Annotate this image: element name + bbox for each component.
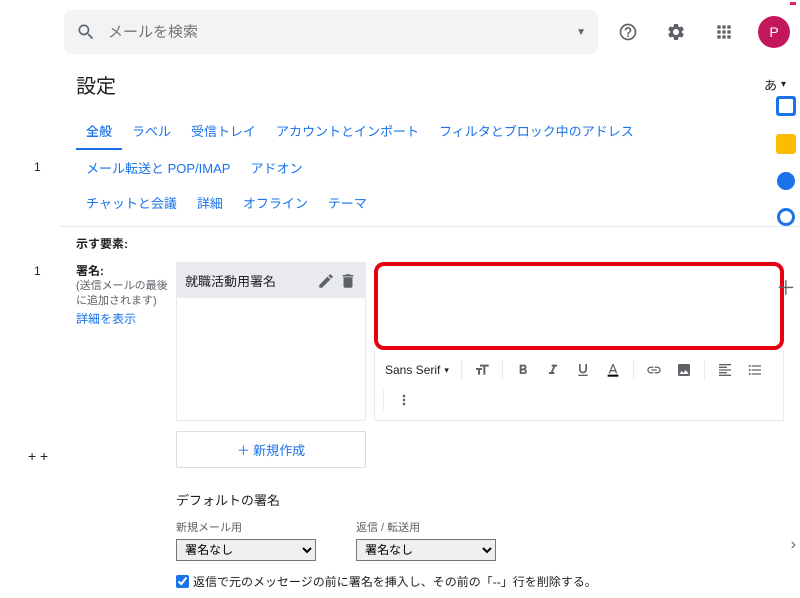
delete-icon[interactable] [339, 272, 357, 290]
underline-button[interactable] [569, 356, 597, 384]
apps-icon [714, 22, 734, 42]
search-icon [76, 22, 96, 42]
tab-addons[interactable]: アドオン [240, 150, 312, 185]
font-family-selector[interactable]: Sans Serif ▾ [379, 359, 455, 381]
signature-list: 就職活動用署名 [176, 262, 366, 421]
signature-list-item[interactable]: 就職活動用署名 [177, 263, 365, 298]
bold-icon [515, 362, 531, 378]
account-avatar[interactable]: P [758, 16, 790, 48]
align-button[interactable] [711, 356, 739, 384]
prev-section-tail: 示す要素: [76, 235, 784, 252]
tab-chat[interactable]: チャットと会議 [76, 185, 187, 220]
search-input[interactable] [108, 24, 564, 41]
more-vert-icon [396, 392, 412, 408]
get-addons-button[interactable]: ＋ [776, 272, 796, 301]
tab-themes[interactable]: テーマ [318, 185, 377, 220]
bold-button[interactable] [509, 356, 537, 384]
help-icon [618, 22, 638, 42]
input-language-selector[interactable]: あ▾ [764, 75, 786, 94]
tab-filters[interactable]: フィルタとブロック中のアドレス [429, 113, 644, 150]
keep-addon-icon[interactable] [776, 134, 796, 154]
settings-tabs: 全般 ラベル 受信トレイ アカウントとインポート フィルタとブロック中のアドレス… [60, 113, 800, 227]
more-button[interactable] [390, 386, 418, 414]
tab-labels[interactable]: ラベル [122, 113, 181, 150]
default-new-label: 新規メール用 [176, 519, 316, 535]
tab-inbox[interactable]: 受信トレイ [181, 113, 266, 150]
default-reply-select[interactable]: 署名なし [356, 539, 496, 561]
new-signature-button[interactable]: ＋ 新規作成 [176, 431, 366, 468]
contacts-addon-icon[interactable] [777, 208, 795, 226]
gear-icon [666, 22, 686, 42]
default-reply-label: 返信 / 転送用 [356, 519, 496, 535]
side-panel-toggle[interactable]: › [791, 536, 796, 554]
list-button[interactable] [741, 356, 769, 384]
help-button[interactable] [610, 14, 646, 50]
tab-general[interactable]: 全般 [76, 113, 122, 150]
search-box[interactable]: ▼ [64, 10, 598, 54]
insert-before-label: 返信で元のメッセージの前に署名を挿入し、その前の「--」行を削除する。 [193, 573, 597, 590]
compose-gutter: 1 1 + + [0, 0, 60, 560]
text-size-icon [474, 362, 490, 378]
tasks-addon-icon[interactable] [777, 172, 795, 190]
editor-toolbar: Sans Serif ▾ [374, 350, 784, 421]
image-icon [676, 362, 692, 378]
signature-label: 署名: [76, 262, 168, 279]
search-options-caret[interactable]: ▼ [576, 27, 586, 38]
italic-icon [545, 362, 561, 378]
signature-detail-link[interactable]: 詳細を表示 [76, 312, 136, 326]
side-panel: ＋ [772, 96, 800, 301]
align-icon [717, 362, 733, 378]
edit-icon[interactable] [317, 272, 335, 290]
tab-accounts[interactable]: アカウントとインポート [266, 113, 429, 150]
calendar-addon-icon[interactable] [776, 96, 796, 116]
text-color-icon [605, 362, 621, 378]
settings-button[interactable] [658, 14, 694, 50]
link-icon [646, 362, 662, 378]
font-size-button[interactable] [468, 356, 496, 384]
list-icon [747, 362, 763, 378]
italic-button[interactable] [539, 356, 567, 384]
tab-advanced[interactable]: 詳細 [187, 185, 233, 220]
tab-forwarding[interactable]: メール転送と POP/IMAP [76, 150, 240, 185]
apps-button[interactable] [706, 14, 742, 50]
page-title: 設定 [76, 70, 116, 99]
text-color-button[interactable] [599, 356, 627, 384]
default-signature-title: デフォルトの署名 [176, 490, 784, 509]
top-bar: ▼ P [60, 0, 800, 64]
insert-before-checkbox[interactable] [176, 575, 189, 588]
default-new-select[interactable]: 署名なし [176, 539, 316, 561]
underline-icon [575, 362, 591, 378]
signature-editor[interactable] [374, 262, 784, 350]
link-button[interactable] [640, 356, 668, 384]
tab-offline[interactable]: オフライン [233, 185, 318, 220]
image-button[interactable] [670, 356, 698, 384]
signature-sublabel: (送信メールの最後に追加されます) [76, 279, 168, 310]
